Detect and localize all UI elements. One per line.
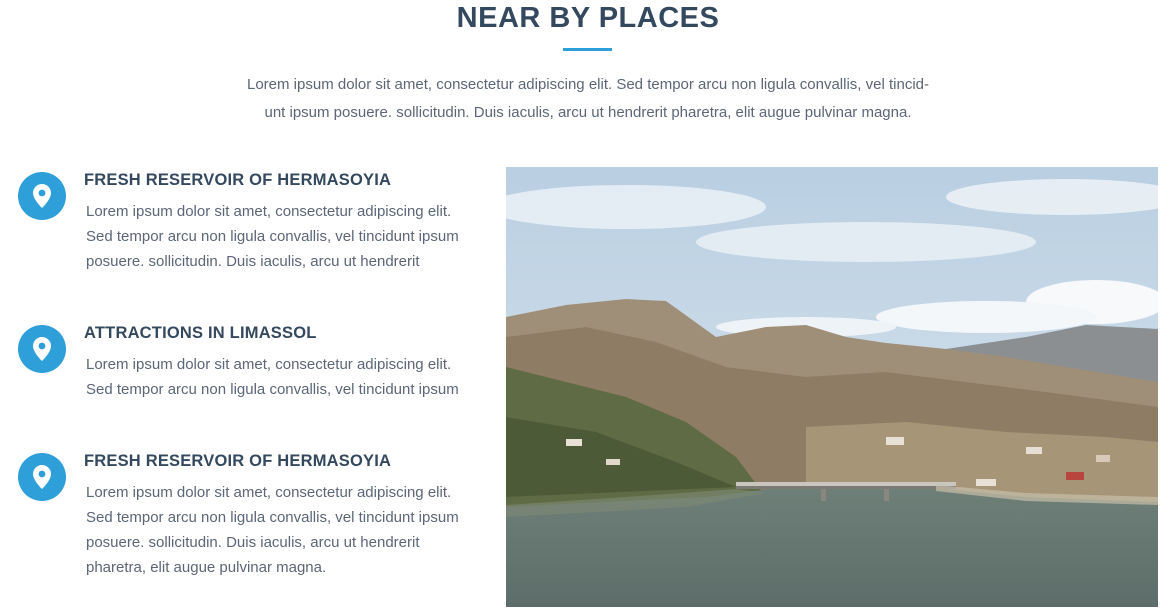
map-pin-icon xyxy=(18,453,66,501)
intro-line: unt ipsum posuere. sollicitudin. Duis ia… xyxy=(264,104,912,121)
place-text-line: posuere. sollicitudin. Duis iaculis, arc… xyxy=(86,253,420,270)
place-title: FRESH RESERVOIR OF HERMASOYIA xyxy=(84,171,392,189)
place-text-line: posuere. sollicitudin. Duis iaculis, arc… xyxy=(86,534,420,551)
place-text-line: Lorem ipsum dolor sit amet, consectetur … xyxy=(86,484,452,501)
place-text-line: Lorem ipsum dolor sit amet, consectetur … xyxy=(86,356,452,373)
place-description: Lorem ipsum dolor sit amet, consectetur … xyxy=(86,199,486,274)
place-text-line: pharetra, elit augue pulvinar magna. xyxy=(86,559,327,576)
section-intro: Lorem ipsum dolor sit amet, consectetur … xyxy=(238,71,938,127)
place-title: ATTRACTIONS IN LIMASSOL xyxy=(84,324,317,342)
title-underline xyxy=(563,48,612,51)
intro-line: Lorem ipsum dolor sit amet, consectetur … xyxy=(247,76,929,93)
place-text-line: Sed tempor arcu non ligula convallis, ve… xyxy=(86,381,459,398)
section-title: NEAR BY PLACES xyxy=(456,2,720,34)
place-text-line: Sed tempor arcu non ligula convallis, ve… xyxy=(86,509,459,526)
place-description: Lorem ipsum dolor sit amet, consectetur … xyxy=(86,480,486,580)
place-text-line: Sed tempor arcu non ligula convallis, ve… xyxy=(86,228,459,245)
place-title: FRESH RESERVOIR OF HERMASOYIA xyxy=(84,452,392,470)
reservoir-photo xyxy=(506,167,1158,607)
map-pin-icon xyxy=(18,172,66,220)
map-pin-icon xyxy=(18,325,66,373)
place-description: Lorem ipsum dolor sit amet, consectetur … xyxy=(86,352,486,402)
place-text-line: Lorem ipsum dolor sit amet, consectetur … xyxy=(86,203,452,220)
